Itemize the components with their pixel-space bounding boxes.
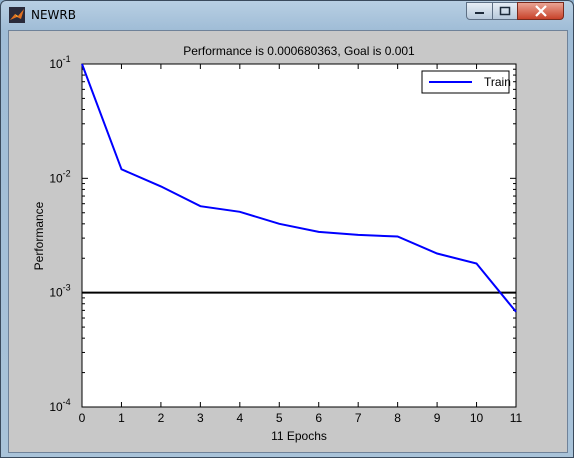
minimize-button[interactable] xyxy=(466,2,493,20)
maximize-icon xyxy=(499,6,511,16)
x-tick-label: 7 xyxy=(355,411,362,425)
window: NEWRB Performance is 0.000680363, Goal i… xyxy=(0,0,574,458)
x-tick-label: 11 xyxy=(510,411,523,425)
minimize-icon xyxy=(474,12,484,14)
x-tick-label: 10 xyxy=(470,411,484,425)
y-tick-label: 10-1 xyxy=(49,54,70,71)
y-axis-label: Performance xyxy=(32,201,46,270)
window-title: NEWRB xyxy=(31,8,76,22)
x-tick-label: 3 xyxy=(197,411,204,425)
x-tick-label: 6 xyxy=(315,411,322,425)
performance-chart: Performance is 0.000680363, Goal is 0.00… xyxy=(32,44,523,443)
x-tick-label: 4 xyxy=(236,411,243,425)
y-tick-label: 10-2 xyxy=(49,168,70,185)
maximize-button[interactable] xyxy=(492,2,518,20)
matlab-icon xyxy=(9,7,25,23)
y-tick-label: 10-4 xyxy=(49,397,70,414)
close-icon xyxy=(534,5,547,17)
x-tick-label: 9 xyxy=(434,411,441,425)
plot-area xyxy=(81,63,517,408)
x-tick-label: 2 xyxy=(158,411,165,425)
x-tick-label: 1 xyxy=(118,411,125,425)
y-tick-label: 10-3 xyxy=(49,283,70,300)
figure-area: Performance is 0.000680363, Goal is 0.00… xyxy=(8,30,568,453)
x-tick-label: 0 xyxy=(79,411,86,425)
title-bar[interactable]: NEWRB xyxy=(1,1,573,29)
close-button[interactable] xyxy=(517,2,564,20)
legend-train-label: Train xyxy=(484,75,511,89)
legend: Train xyxy=(421,70,511,94)
chart-title: Performance is 0.000680363, Goal is 0.00… xyxy=(183,44,415,58)
x-tick-label: 5 xyxy=(276,411,283,425)
x-tick-label: 8 xyxy=(394,411,401,425)
x-axis-label: 11 Epochs xyxy=(271,429,327,443)
